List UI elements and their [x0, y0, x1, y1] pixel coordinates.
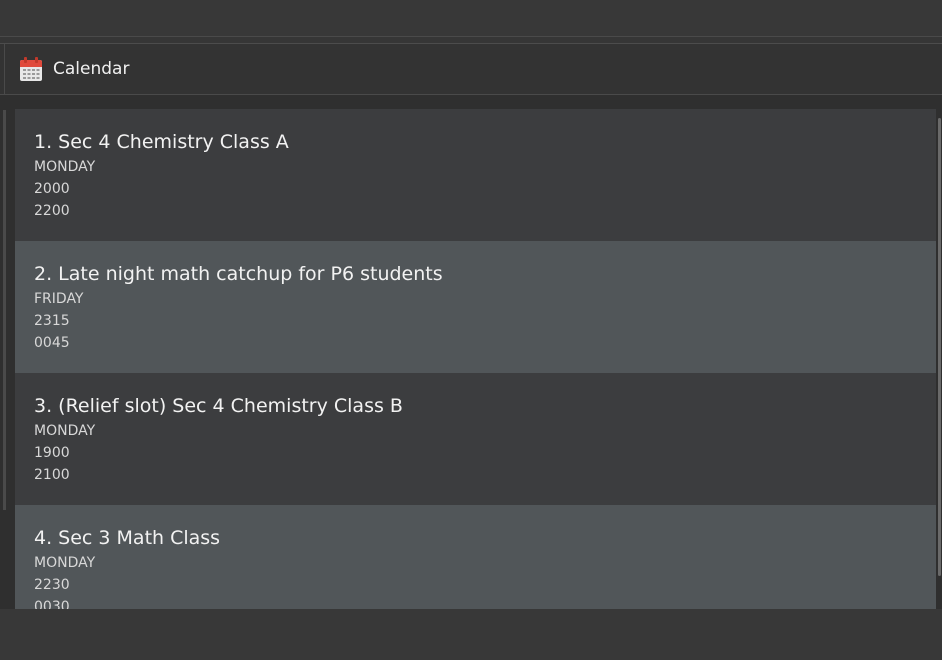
- bottom-bar: [0, 609, 942, 660]
- class-start-time: 2000: [34, 181, 70, 197]
- top-bar: [0, 0, 942, 37]
- list-item[interactable]: 2. Late night math catchup for P6 studen…: [15, 241, 936, 373]
- class-end-time: 0045: [34, 335, 70, 351]
- class-end-time: 2100: [34, 467, 70, 483]
- divider: [0, 37, 942, 44]
- class-title: 3. (Relief slot) Sec 4 Chemistry Class B: [34, 395, 403, 417]
- page-title: Calendar: [53, 59, 130, 79]
- class-list[interactable]: 1. Sec 4 Chemistry Class A MONDAY 2000 2…: [15, 109, 936, 609]
- list-item[interactable]: 3. (Relief slot) Sec 4 Chemistry Class B…: [15, 373, 936, 505]
- class-day: MONDAY: [34, 555, 96, 571]
- divider: [4, 44, 5, 94]
- class-title: 2. Late night math catchup for P6 studen…: [34, 263, 443, 285]
- class-start-time: 2230: [34, 577, 70, 593]
- list-item[interactable]: 4. Sec 3 Math Class MONDAY 2230 0030: [15, 505, 936, 609]
- class-title: 1. Sec 4 Chemistry Class A: [34, 131, 289, 153]
- calendar-header: Calendar: [0, 44, 942, 95]
- class-day: MONDAY: [34, 159, 96, 175]
- class-day: MONDAY: [34, 423, 96, 439]
- calendar-icon: [20, 57, 42, 81]
- class-start-time: 1900: [34, 445, 70, 461]
- class-day: FRIDAY: [34, 291, 84, 307]
- class-end-time: 0030: [34, 599, 70, 609]
- left-scroll-indicator: [3, 110, 6, 510]
- class-start-time: 2315: [34, 313, 70, 329]
- list-item[interactable]: 1. Sec 4 Chemistry Class A MONDAY 2000 2…: [15, 109, 936, 241]
- class-end-time: 2200: [34, 203, 70, 219]
- class-title: 4. Sec 3 Math Class: [34, 527, 221, 549]
- scrollbar-thumb[interactable]: [938, 118, 941, 576]
